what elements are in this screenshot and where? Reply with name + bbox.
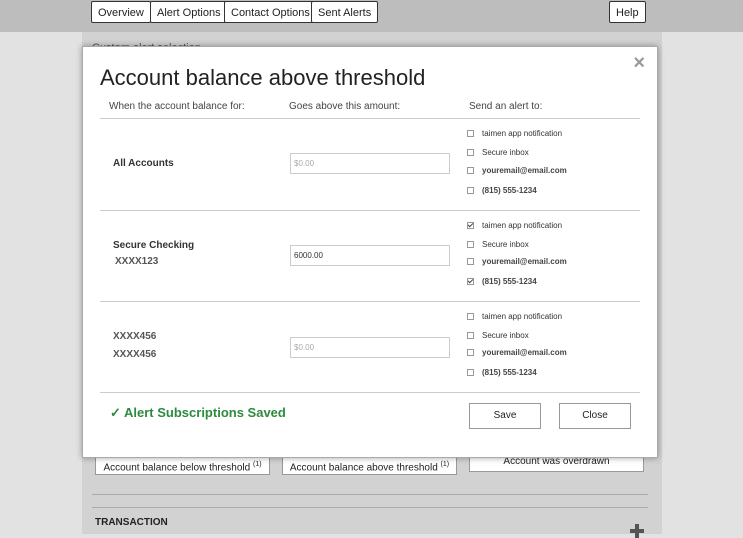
alert-option[interactable]: youremail@email.com <box>467 346 567 358</box>
checkbox[interactable] <box>467 312 474 320</box>
alert-option[interactable]: youremail@email.com <box>467 255 567 267</box>
above-threshold-footnote: (1) <box>440 461 450 468</box>
close-icon[interactable]: × <box>633 53 645 73</box>
nav-sent-alerts-button[interactable]: Sent Alerts <box>311 1 379 23</box>
option-label: (815) 555-1234 <box>482 276 537 286</box>
option-label: taimen app notification <box>482 220 563 230</box>
checkbox[interactable] <box>467 186 474 194</box>
account-number: XXXX123 <box>115 256 159 267</box>
nav-overview-button[interactable]: Overview <box>91 1 151 23</box>
row-divider <box>100 392 640 393</box>
row-divider <box>100 210 640 211</box>
modal-title: Account balance above threshold <box>100 65 426 90</box>
option-label: (815) 555-1234 <box>482 185 537 195</box>
account-name: All Accounts <box>113 158 174 169</box>
checkbox[interactable] <box>467 368 474 376</box>
plus-icon[interactable] <box>630 524 644 538</box>
checkbox[interactable] <box>467 148 474 156</box>
column-header-account: When the account balance for: <box>109 101 245 112</box>
checkbox[interactable] <box>467 240 474 248</box>
alert-option[interactable]: (815) 555-1234 <box>467 366 537 378</box>
option-label: Secure inbox <box>482 147 529 157</box>
alert-option[interactable]: Secure inbox <box>467 146 529 158</box>
checkbox[interactable] <box>467 348 474 356</box>
below-threshold-footnote: (1) <box>252 461 262 468</box>
transaction-section-title: TRANSACTION <box>95 517 168 528</box>
nav-contact-options-button[interactable]: Contact Options <box>224 1 317 23</box>
alert-option[interactable]: Secure inbox <box>467 238 529 250</box>
amount-input-all-accounts[interactable] <box>290 153 450 174</box>
close-button[interactable]: Close <box>559 403 631 429</box>
alert-option[interactable]: taimen app notification <box>467 310 562 322</box>
option-label: youremail@email.com <box>482 256 567 266</box>
account-name: XXXX456 <box>113 331 157 342</box>
nav-alert-options-button[interactable]: Alert Options <box>150 1 228 23</box>
checkbox[interactable] <box>467 166 474 174</box>
option-label: taimen app notification <box>482 311 563 321</box>
saved-status-message: ✓ Alert Subscriptions Saved <box>110 405 286 420</box>
option-label: Secure inbox <box>482 239 529 249</box>
below-threshold-button[interactable]: Account balance below threshold (1) <box>95 455 270 475</box>
checkbox-checked[interactable] <box>467 277 474 285</box>
alert-modal: × Account balance above threshold When t… <box>82 46 658 458</box>
top-nav-bar: Overview Alert Options Contact Options S… <box>0 0 743 32</box>
checkbox[interactable] <box>467 257 474 265</box>
checkbox-checked[interactable] <box>467 221 474 229</box>
alert-option[interactable]: (815) 555-1234 <box>467 275 537 287</box>
alert-option[interactable]: taimen app notification <box>467 219 562 231</box>
alert-option[interactable]: Secure inbox <box>467 329 529 341</box>
nav-help-button[interactable]: Help <box>609 1 646 23</box>
header-divider <box>100 118 640 119</box>
alert-option[interactable]: taimen app notification <box>467 127 562 139</box>
option-label: youremail@email.com <box>482 165 567 175</box>
above-threshold-label: Account balance above threshold <box>289 462 438 474</box>
option-label: taimen app notification <box>482 128 563 138</box>
option-label: youremail@email.com <box>482 347 567 357</box>
below-threshold-label: Account balance below threshold <box>103 462 251 474</box>
column-header-amount: Goes above this amount: <box>289 101 401 112</box>
account-number: XXXX456 <box>113 349 157 360</box>
option-label: Secure inbox <box>482 330 529 340</box>
section-divider <box>92 507 648 508</box>
account-name: Secure Checking <box>113 240 195 251</box>
amount-input-secure-checking[interactable] <box>290 245 450 266</box>
alert-option[interactable]: (815) 555-1234 <box>467 184 537 196</box>
save-button[interactable]: Save <box>469 403 541 429</box>
above-threshold-button[interactable]: Account balance above threshold (1) <box>282 455 457 475</box>
option-label: (815) 555-1234 <box>482 367 537 377</box>
column-header-alert: Send an alert to: <box>469 101 543 112</box>
row-divider <box>100 301 640 302</box>
section-divider <box>92 494 648 495</box>
amount-input-xxxx456[interactable] <box>290 337 450 358</box>
checkbox[interactable] <box>467 129 474 137</box>
checkbox[interactable] <box>467 331 474 339</box>
alert-option[interactable]: youremail@email.com <box>467 164 567 176</box>
